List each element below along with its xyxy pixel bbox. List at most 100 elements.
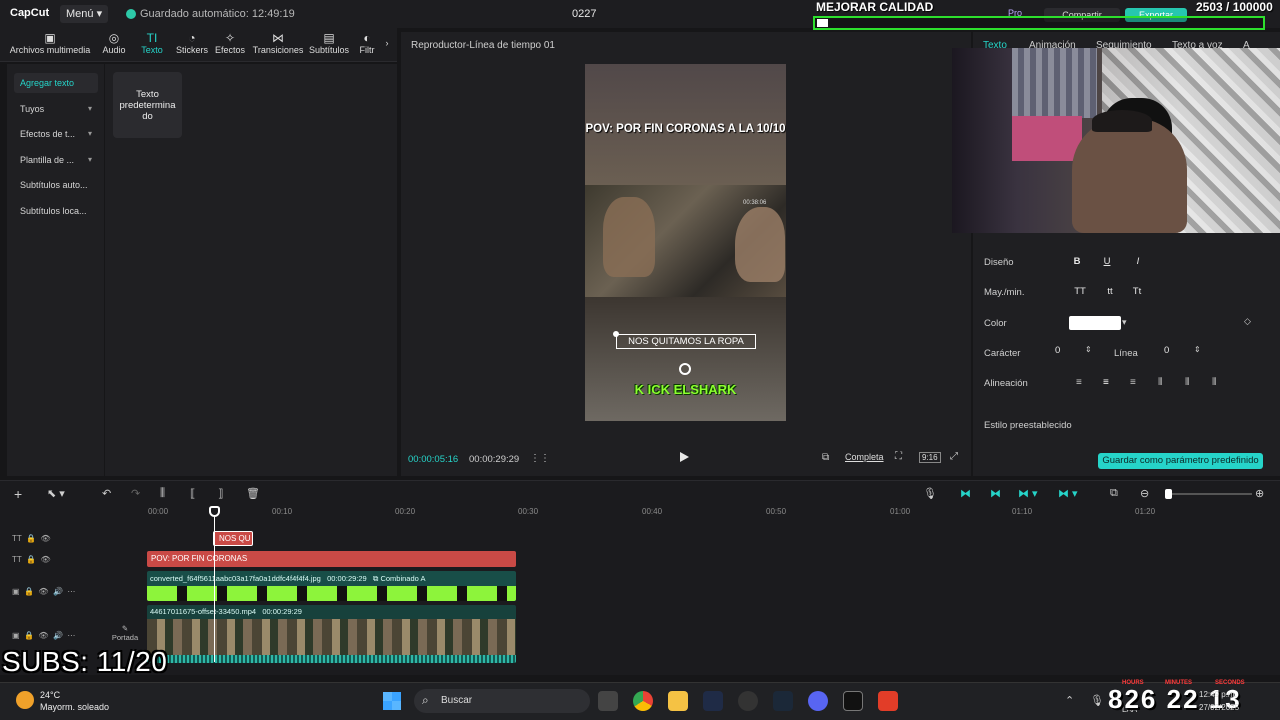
caption-text-box[interactable]: NOS QUITAMOS LA ROPA: [616, 334, 756, 349]
weather-desc[interactable]: Mayorm. soleado: [40, 702, 109, 712]
rotate-handle-icon[interactable]: [679, 363, 691, 375]
fit-screen-icon[interactable]: ⛶: [895, 451, 902, 462]
project-name[interactable]: 0227: [572, 8, 596, 20]
tab-media[interactable]: ▣ Archivos multimedia: [4, 31, 96, 55]
quality-full-button[interactable]: Completa: [845, 452, 884, 462]
tab-filters[interactable]: ◐ Filtr: [352, 31, 382, 55]
main-track-controls[interactable]: ▣ 🔒 👁 🔊 ⋯: [12, 631, 75, 640]
lowercase-button[interactable]: tt: [1101, 284, 1119, 300]
system-time[interactable]: 12:49 p.m.: [1199, 690, 1237, 699]
tab-effects[interactable]: ✧ Efectos: [208, 31, 252, 55]
nav-templates[interactable]: Plantilla de ... ▾: [14, 150, 98, 170]
brave-icon[interactable]: [878, 691, 898, 711]
vertical-align-bottom-icon[interactable]: ⦀: [1212, 377, 1216, 388]
split-left-icon[interactable]: ⟦: [190, 487, 195, 500]
timecode-format-icon[interactable]: ⋮⋮: [530, 453, 550, 464]
video-clip[interactable]: 44617011675-offset-33450.mp4 00:00:29:29: [147, 605, 516, 663]
ruler-tick: 00:00: [148, 507, 169, 516]
fullscreen-icon[interactable]: ⤢: [950, 451, 958, 462]
caption-icon[interactable]: ⧉: [1110, 487, 1118, 500]
zoom-in-icon[interactable]: ⊕: [1255, 487, 1264, 500]
align-left-icon[interactable]: ≡: [1076, 377, 1082, 388]
image-clip[interactable]: converted_f64f5611aabc03a17fa0a1ddfc4f4f…: [147, 571, 516, 601]
align-right-icon[interactable]: ≡: [1130, 377, 1136, 388]
image-track-controls[interactable]: ▣ 🔒 👁 🔊 ⋯: [12, 587, 75, 596]
video-preview[interactable]: POV: POR FIN CORONAS A LA 10/10 00:38:06…: [585, 64, 786, 421]
steam-icon[interactable]: [773, 691, 793, 711]
app-icon-diamond[interactable]: [703, 691, 723, 711]
main-track-magnet-icon[interactable]: ⧓ ▾: [1058, 487, 1078, 500]
default-text-card[interactable]: Texto predetermina do: [113, 72, 182, 138]
microphone-icon[interactable]: 🎙: [923, 487, 937, 500]
nav-auto-subtitles[interactable]: Subtítulos auto...: [14, 175, 98, 195]
text-track-1-controls[interactable]: TT 🔒 👁: [12, 534, 51, 543]
add-track-icon[interactable]: +: [14, 486, 22, 502]
delete-icon[interactable]: 🗑: [246, 487, 260, 500]
chrome-icon[interactable]: [633, 691, 653, 711]
keyframe-icon[interactable]: ◇: [1244, 316, 1251, 327]
text-clip-selected[interactable]: NOS QU: [213, 531, 253, 546]
vertical-align-top-icon[interactable]: ⦀: [1158, 377, 1162, 388]
menu-button[interactable]: Menú ▾: [60, 5, 109, 23]
cover-button[interactable]: ✎ Portada: [110, 624, 140, 642]
video-clip-label: 44617011675-offset-33450.mp4 00:00:29:29: [150, 607, 302, 616]
line-stepper-icon[interactable]: ⇕: [1194, 345, 1201, 354]
tray-chevron-icon[interactable]: ⌃: [1065, 694, 1074, 707]
tab-subtitles-label: Subtítulos: [308, 45, 350, 55]
playhead[interactable]: [214, 512, 215, 662]
system-date[interactable]: 27/02/2025: [1199, 703, 1239, 712]
kick-watermark: K ICK ELSHARK: [634, 382, 737, 397]
snapshot-icon[interactable]: ⧉: [822, 452, 829, 463]
nav-text-effects[interactable]: Efectos de t... ▾: [14, 124, 98, 144]
bold-button[interactable]: B: [1068, 254, 1086, 270]
tools-more-chevron-icon[interactable]: ›: [380, 38, 394, 48]
weather-temp[interactable]: 24°C: [40, 690, 60, 700]
italic-button[interactable]: I: [1129, 254, 1147, 270]
filter-icon: ◐: [363, 31, 371, 45]
zoom-slider-track[interactable]: [1172, 493, 1252, 495]
redo-icon[interactable]: ↷: [131, 487, 140, 500]
zoom-slider-thumb[interactable]: [1165, 489, 1172, 499]
nav-yours[interactable]: Tuyos ▾: [14, 99, 98, 119]
split-right-icon[interactable]: ⟧: [218, 487, 223, 500]
save-preset-button[interactable]: Guardar como parámetro predefinido: [1098, 453, 1263, 469]
underline-button[interactable]: U: [1098, 254, 1116, 270]
discord-icon[interactable]: [808, 691, 828, 711]
titlecase-button[interactable]: Tt: [1128, 284, 1146, 300]
image-clip-duration: 00:00:29:29: [327, 574, 367, 583]
link-icon[interactable]: ⧓: [990, 487, 1001, 500]
play-button[interactable]: [680, 452, 689, 462]
tab-text[interactable]: TI Texto: [130, 31, 174, 55]
capcut-taskbar-icon[interactable]: [843, 691, 863, 711]
tab-subtitles[interactable]: ▤ Subtítulos: [304, 31, 354, 55]
split-icon[interactable]: ⫼: [160, 487, 165, 500]
align-center-icon[interactable]: ≡: [1103, 377, 1109, 388]
ruler-tick: 01:10: [1012, 507, 1033, 516]
video-title-text[interactable]: POV: POR FIN CORONAS A LA 10/10: [585, 122, 786, 136]
tray-mic-icon[interactable]: 🎙: [1090, 694, 1104, 707]
weather-sun-icon[interactable]: [16, 691, 34, 709]
undo-icon[interactable]: ↶: [102, 487, 111, 500]
task-view-icon[interactable]: [598, 691, 618, 711]
vertical-align-middle-icon[interactable]: ⦀: [1185, 377, 1189, 388]
character-stepper-icon[interactable]: ⇕: [1085, 345, 1092, 354]
color-swatch[interactable]: [1069, 316, 1121, 330]
select-tool-icon[interactable]: ⬉ ▾: [47, 487, 65, 500]
windows-start-icon[interactable]: [383, 692, 401, 710]
case-label: May./min.: [984, 287, 1025, 298]
text-track-2-controls[interactable]: TT 🔒 👁: [12, 555, 51, 564]
text-clip-pov[interactable]: POV: POR FIN CORONAS: [147, 551, 516, 567]
zoom-out-icon[interactable]: ⊖: [1140, 487, 1149, 500]
nav-add-text[interactable]: Agregar texto: [14, 73, 98, 93]
uppercase-button[interactable]: TT: [1071, 284, 1089, 300]
nav-local-subtitles[interactable]: Subtítulos loca...: [14, 201, 98, 221]
snap-icon[interactable]: ⧓: [960, 487, 971, 500]
tab-transitions[interactable]: ⋈ Transiciones: [250, 31, 306, 55]
color-chevron-icon[interactable]: ▾: [1122, 317, 1134, 329]
file-explorer-icon[interactable]: [668, 691, 688, 711]
app-icon-settings[interactable]: [738, 691, 758, 711]
preview-axis-icon[interactable]: ⧓ ▾: [1018, 487, 1038, 500]
aspect-ratio-button[interactable]: 9:16: [919, 452, 941, 463]
playhead-handle[interactable]: [209, 506, 220, 517]
timeline-ruler[interactable]: 00:00 00:10 00:20 00:30 00:40 00:50 01:0…: [146, 507, 1280, 521]
